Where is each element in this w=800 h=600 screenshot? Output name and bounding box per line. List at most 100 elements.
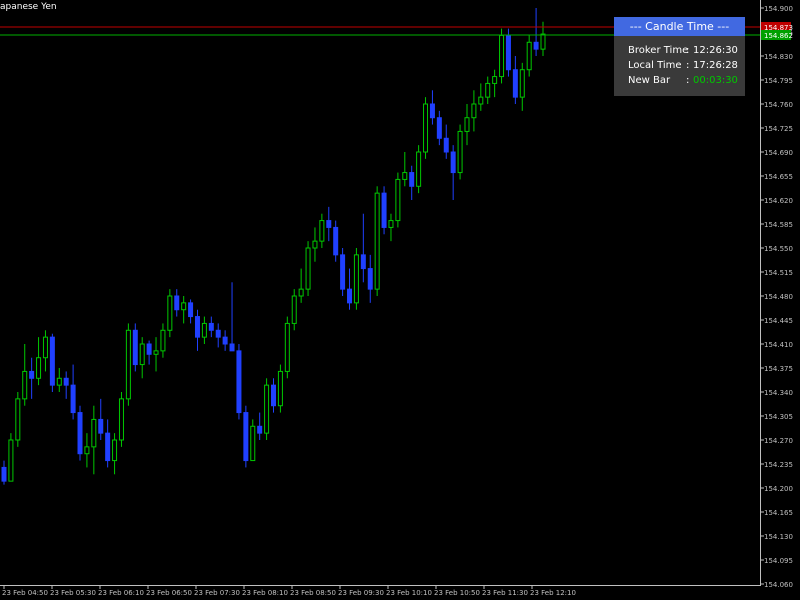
bull-candle-body bbox=[160, 329, 166, 352]
bull-candle-body bbox=[250, 425, 256, 462]
candle bbox=[284, 316, 290, 379]
candle bbox=[499, 28, 505, 84]
candle bbox=[374, 186, 380, 296]
bear-candle-body bbox=[512, 69, 518, 98]
bull-candle-body bbox=[167, 295, 173, 331]
bear-candle-body bbox=[436, 117, 442, 139]
candle bbox=[250, 419, 256, 462]
candle bbox=[91, 405, 97, 475]
candle-time-title: --- Candle Time --- bbox=[614, 17, 745, 36]
bull-candle-body bbox=[374, 192, 380, 290]
candle bbox=[353, 248, 359, 310]
candle bbox=[84, 433, 90, 468]
bear-candle-body bbox=[326, 220, 332, 228]
price-tick-label: 154.830 bbox=[764, 53, 793, 61]
bull-candle-body bbox=[91, 418, 97, 448]
candle bbox=[118, 392, 124, 447]
bull-candle-body bbox=[492, 76, 498, 84]
bull-candle-body bbox=[8, 439, 14, 482]
candle bbox=[526, 35, 532, 77]
candle bbox=[222, 330, 228, 351]
candle bbox=[519, 62, 525, 111]
candle bbox=[98, 398, 104, 440]
bear-candle-body bbox=[188, 302, 194, 318]
candle bbox=[181, 296, 187, 324]
price-tick-label: 154.200 bbox=[764, 485, 793, 493]
candle bbox=[340, 248, 346, 296]
price-tick-label: 154.515 bbox=[764, 269, 793, 277]
time-tick-label: 23 Feb 10:10 bbox=[386, 589, 432, 597]
price-tick-label: 154.410 bbox=[764, 341, 793, 349]
new-bar-value: 00:03:30 bbox=[693, 75, 738, 86]
bull-candle-body bbox=[305, 247, 311, 290]
price-tick-label: 154.305 bbox=[764, 413, 793, 421]
candle bbox=[174, 289, 180, 317]
candle bbox=[70, 364, 76, 420]
bear-candle-body bbox=[222, 336, 228, 345]
local-time-value: 17:26:28 bbox=[693, 60, 738, 71]
candle bbox=[395, 172, 401, 228]
bull-candle-body bbox=[112, 439, 118, 462]
candle bbox=[436, 110, 442, 146]
candle bbox=[22, 344, 28, 406]
candle bbox=[153, 337, 159, 372]
bull-candle-body bbox=[478, 96, 484, 105]
candle bbox=[533, 8, 539, 56]
candle bbox=[243, 405, 249, 468]
bear-candle-body bbox=[98, 418, 104, 434]
bull-candle-body bbox=[22, 370, 28, 400]
candle bbox=[188, 299, 194, 324]
candle bbox=[277, 364, 283, 413]
broker-time-value: 12:26:30 bbox=[693, 45, 738, 56]
candle bbox=[464, 104, 470, 146]
bull-candle-body bbox=[526, 41, 532, 71]
candle bbox=[505, 28, 511, 77]
time-tick-label: 23 Feb 09:30 bbox=[338, 589, 384, 597]
bull-candle-body bbox=[388, 220, 394, 228]
bear-candle-body bbox=[229, 343, 235, 352]
candle bbox=[485, 76, 491, 104]
bull-candle-body bbox=[402, 172, 408, 180]
bull-candle-body bbox=[416, 151, 422, 187]
bear-candle-body bbox=[208, 322, 214, 331]
bear-candle-body bbox=[63, 377, 69, 386]
bear-candle-body bbox=[505, 34, 511, 71]
bear-candle-body bbox=[257, 425, 263, 434]
chart-symbol-title: apanese Yen bbox=[0, 2, 57, 12]
bull-candle-body bbox=[291, 295, 297, 324]
bear-candle-body bbox=[49, 336, 55, 386]
candle-time-panel: --- Candle Time --- Broker Time : 12:26:… bbox=[614, 17, 745, 96]
candle bbox=[333, 220, 339, 262]
candle bbox=[492, 69, 498, 98]
bull-candle-body bbox=[153, 350, 159, 355]
candle bbox=[319, 213, 325, 248]
bull-candle-body bbox=[201, 322, 207, 338]
candle bbox=[264, 378, 270, 440]
price-tick-label: 154.900 bbox=[764, 5, 793, 13]
candle bbox=[298, 268, 304, 303]
candle bbox=[457, 124, 463, 180]
candle bbox=[326, 206, 332, 242]
bull-candle-body bbox=[139, 343, 145, 366]
time-tick-label: 23 Feb 04:50 bbox=[2, 589, 48, 597]
candle bbox=[381, 186, 387, 235]
time-tick-label: 23 Feb 11:30 bbox=[482, 589, 528, 597]
time-tick-label: 23 Feb 07:30 bbox=[194, 589, 240, 597]
price-tick-label: 154.480 bbox=[764, 293, 793, 301]
candle bbox=[229, 282, 235, 352]
candle bbox=[132, 323, 138, 372]
candle bbox=[42, 330, 48, 372]
bear-candle-body bbox=[367, 268, 373, 290]
price-tick-label: 154.620 bbox=[764, 197, 793, 205]
bull-candle-body bbox=[118, 398, 124, 441]
candle bbox=[194, 309, 200, 351]
candle bbox=[423, 97, 429, 159]
candle bbox=[257, 412, 263, 440]
price-tick-label: 154.235 bbox=[764, 461, 793, 469]
price-tick-label: 154.375 bbox=[764, 365, 793, 373]
candle bbox=[512, 56, 518, 104]
bull-candle-body bbox=[42, 336, 48, 359]
candle bbox=[347, 268, 353, 310]
candle bbox=[29, 357, 35, 399]
bull-candle-body bbox=[84, 446, 90, 455]
